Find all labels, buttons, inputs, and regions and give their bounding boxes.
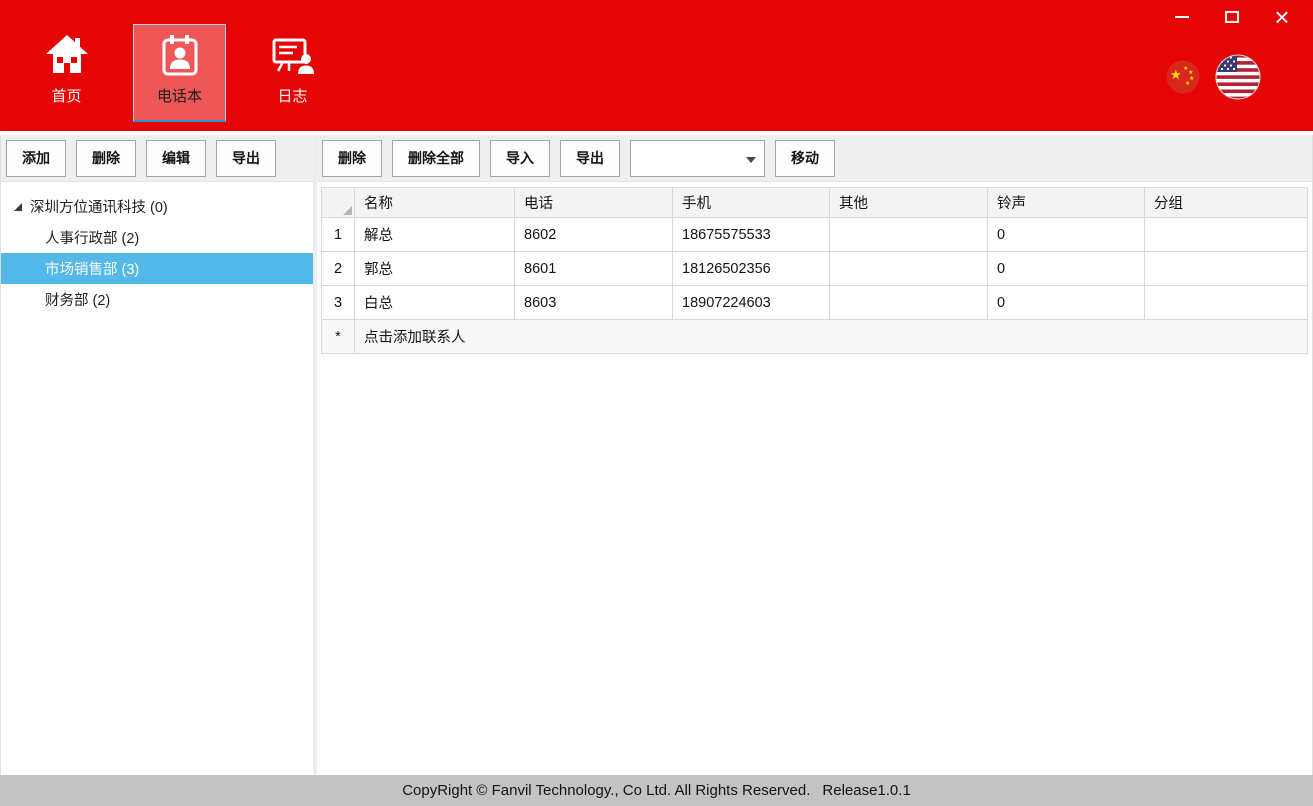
main-content: 添加 删除 编辑 导出 深圳方位通讯科技 (0) 人事行政部 (2) 市场销售部… <box>0 131 1313 775</box>
maximize-icon <box>1225 11 1239 23</box>
column-header-phone[interactable]: 电话 <box>515 188 673 218</box>
close-button[interactable]: × <box>1257 2 1307 32</box>
contact-move-button[interactable]: 移动 <box>775 140 835 177</box>
app-window: × 首页 <box>0 0 1313 806</box>
svg-text:★: ★ <box>1170 67 1182 82</box>
select-all-corner[interactable] <box>322 188 355 218</box>
copyright-text: CopyRight © Fanvil Technology., Co Ltd. … <box>402 782 810 799</box>
window-controls: × <box>1157 2 1307 32</box>
contact-row[interactable]: 3 白总 8603 18907224603 0 <box>322 286 1308 320</box>
cell-ring[interactable]: 0 <box>988 218 1145 252</box>
cell-ring[interactable]: 0 <box>988 252 1145 286</box>
contacts-table-container: 名称 电话 手机 其他 铃声 分组 1 解总 8602 <box>321 187 1308 354</box>
cell-name[interactable]: 郭总 <box>355 252 515 286</box>
cell-name[interactable]: 白总 <box>355 286 515 320</box>
nav-log-label: 日志 <box>277 85 307 106</box>
cell-name[interactable]: 解总 <box>355 218 515 252</box>
group-select[interactable] <box>630 140 765 177</box>
cell-other[interactable] <box>830 252 988 286</box>
contact-delete-button[interactable]: 删除 <box>322 140 382 177</box>
contact-row[interactable]: 2 郭总 8601 18126502356 0 <box>322 252 1308 286</box>
nav-home-label: 首页 <box>51 85 81 106</box>
contact-export-button[interactable]: 导出 <box>560 140 620 177</box>
corner-triangle-icon <box>343 206 352 215</box>
titlebar: × 首页 <box>0 0 1313 131</box>
add-contact-row[interactable]: * 点击添加联系人 <box>322 320 1308 354</box>
nav-home[interactable]: 首页 <box>20 24 113 122</box>
cell-group[interactable] <box>1145 252 1308 286</box>
table-header-row: 名称 电话 手机 其他 铃声 分组 <box>322 188 1308 218</box>
new-row-marker: * <box>322 320 355 354</box>
column-header-group[interactable]: 分组 <box>1145 188 1308 218</box>
cell-mobile[interactable]: 18675575533 <box>673 218 830 252</box>
maximize-button[interactable] <box>1207 2 1257 32</box>
nav-log[interactable]: 日志 <box>246 24 339 122</box>
svg-text:★: ★ <box>1188 69 1193 76</box>
cell-group[interactable] <box>1145 218 1308 252</box>
log-icon <box>269 32 317 80</box>
group-edit-button[interactable]: 编辑 <box>146 140 206 177</box>
minimize-button[interactable] <box>1157 2 1207 32</box>
group-add-button[interactable]: 添加 <box>6 140 66 177</box>
phonebook-icon <box>156 32 204 80</box>
column-header-name[interactable]: 名称 <box>355 188 515 218</box>
column-header-ring[interactable]: 铃声 <box>988 188 1145 218</box>
tree-item-hr-dept[interactable]: 人事行政部 (2) <box>1 222 313 253</box>
contacts-table: 名称 电话 手机 其他 铃声 分组 1 解总 8602 <box>321 187 1308 354</box>
contact-import-button[interactable]: 导入 <box>490 140 550 177</box>
tree-item-sales-dept[interactable]: 市场销售部 (3) <box>1 253 313 284</box>
cell-ring[interactable]: 0 <box>988 286 1145 320</box>
tree-expander-icon[interactable] <box>14 203 22 211</box>
tree-item-label: 财务部 (2) <box>45 289 110 310</box>
cell-other[interactable] <box>830 218 988 252</box>
close-icon: × <box>1274 4 1289 30</box>
tree-item-label: 人事行政部 (2) <box>45 227 139 248</box>
nav-phonebook[interactable]: 电话本 <box>133 24 226 122</box>
row-selector[interactable]: 3 <box>322 286 355 320</box>
nav-phonebook-label: 电话本 <box>157 85 202 106</box>
home-icon <box>43 32 91 80</box>
footer: CopyRight © Fanvil Technology., Co Ltd. … <box>0 775 1313 806</box>
minimize-icon <box>1175 16 1189 18</box>
cell-phone[interactable]: 8603 <box>515 286 673 320</box>
cell-mobile[interactable]: 18126502356 <box>673 252 830 286</box>
chevron-down-icon <box>746 157 756 163</box>
svg-text:★: ★ <box>1185 80 1190 87</box>
language-switcher: ★ ★ ★ ★ ★ <box>1166 54 1261 100</box>
tree-root-label: 深圳方位通讯科技 (0) <box>30 196 168 217</box>
contact-delete-all-button[interactable]: 删除全部 <box>392 140 480 177</box>
contact-row[interactable]: 1 解总 8602 18675575533 0 <box>322 218 1308 252</box>
cell-phone[interactable]: 8602 <box>515 218 673 252</box>
row-selector[interactable]: 2 <box>322 252 355 286</box>
group-delete-button[interactable]: 删除 <box>76 140 136 177</box>
group-toolbar: 添加 删除 编辑 导出 <box>1 135 313 182</box>
column-header-other[interactable]: 其他 <box>830 188 988 218</box>
cell-phone[interactable]: 8601 <box>515 252 673 286</box>
tree-root-company[interactable]: 深圳方位通讯科技 (0) <box>1 191 313 222</box>
tree-item-finance-dept[interactable]: 财务部 (2) <box>1 284 313 315</box>
cell-group[interactable] <box>1145 286 1308 320</box>
group-panel: 添加 删除 编辑 导出 深圳方位通讯科技 (0) 人事行政部 (2) 市场销售部… <box>0 135 317 775</box>
group-export-button[interactable]: 导出 <box>216 140 276 177</box>
contacts-toolbar: 删除 删除全部 导入 导出 移动 <box>317 135 1312 182</box>
column-header-mobile[interactable]: 手机 <box>673 188 830 218</box>
add-contact-hint[interactable]: 点击添加联系人 <box>355 320 1308 354</box>
chinese-flag-icon[interactable]: ★ ★ ★ ★ ★ <box>1166 60 1200 94</box>
us-flag-icon[interactable] <box>1215 54 1261 100</box>
tree-item-label: 市场销售部 (3) <box>45 258 139 279</box>
cell-mobile[interactable]: 18907224603 <box>673 286 830 320</box>
group-tree: 深圳方位通讯科技 (0) 人事行政部 (2) 市场销售部 (3) 财务部 (2) <box>1 182 313 775</box>
row-selector[interactable]: 1 <box>322 218 355 252</box>
release-version: Release1.0.1 <box>822 782 910 799</box>
contacts-panel: 删除 删除全部 导入 导出 移动 <box>317 135 1313 775</box>
main-nav: 首页 电话本 <box>20 24 339 122</box>
cell-other[interactable] <box>830 286 988 320</box>
